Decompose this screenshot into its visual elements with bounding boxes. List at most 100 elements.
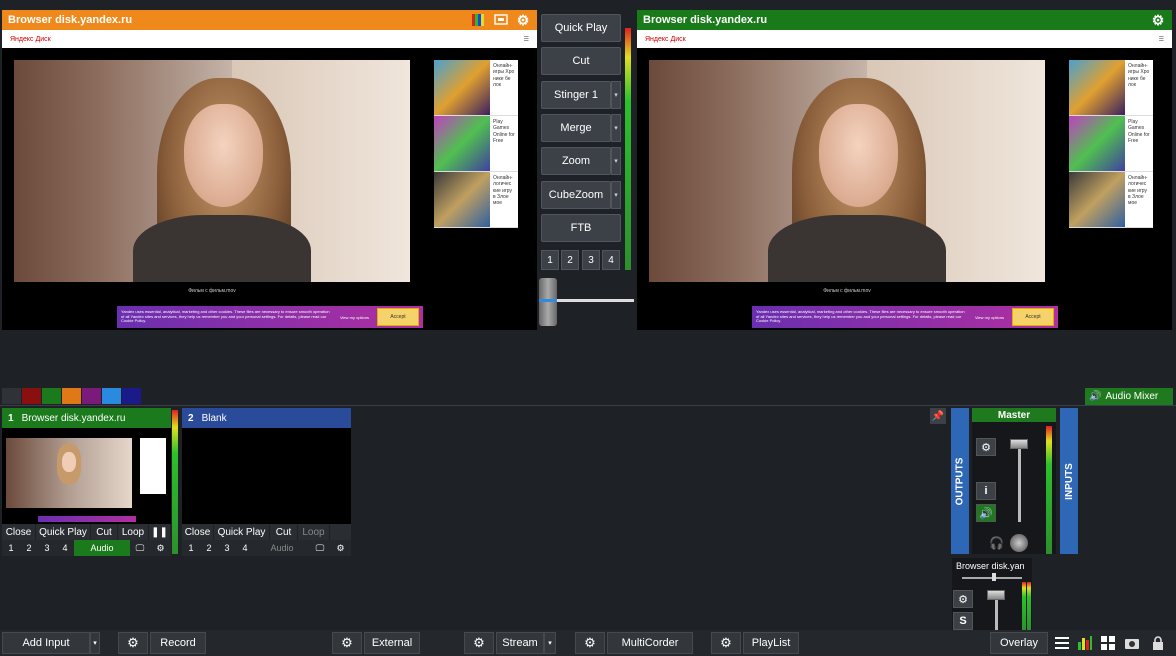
master-info-button[interactable]: i [976, 482, 996, 500]
overlay-3-button[interactable]: 3 [38, 540, 56, 556]
hamburger-menu-icon[interactable] [1052, 633, 1072, 653]
cut-button[interactable]: Cut [541, 47, 621, 75]
overlay-button[interactable]: Overlay [990, 632, 1048, 654]
cubezoom-button[interactable]: CubeZoom [541, 181, 611, 209]
quick-play-button[interactable]: Quick Play [214, 524, 270, 540]
thumb-cookie [38, 516, 136, 522]
audio-button[interactable]: Audio [74, 540, 130, 556]
external-gear-icon[interactable]: ⚙ [332, 632, 362, 654]
transition-number-2[interactable]: 2 [561, 250, 579, 270]
input-thumbnail[interactable] [182, 428, 351, 524]
gear-icon[interactable]: ⚙ [150, 540, 171, 556]
stream-gear-icon[interactable]: ⚙ [464, 632, 494, 654]
quick-play-button[interactable]: Quick Play [36, 524, 91, 540]
thumb-ads [140, 438, 166, 494]
overlay-2-button[interactable]: 2 [200, 540, 218, 556]
zoom-button[interactable]: Zoom [541, 147, 611, 175]
outputs-tab[interactable]: OUTPUTS [951, 408, 969, 554]
external-button[interactable]: External [364, 632, 420, 654]
gear-icon[interactable]: ⚙ [330, 540, 351, 556]
input-thumbnail[interactable] [2, 428, 171, 524]
overlay-1-button[interactable]: 1 [182, 540, 200, 556]
overlay-4-button[interactable]: 4 [56, 540, 74, 556]
transition-number-3[interactable]: 3 [582, 250, 600, 270]
video-caption: Фильм с фильм.mov [823, 288, 871, 294]
multicorder-button[interactable]: MultiCorder [607, 632, 693, 654]
stream-dropdown[interactable]: ▾ [544, 632, 556, 654]
preview-panel[interactable]: Browser disk.yandex.ru ⚙ Яндекс Диск ☰ Ф… [2, 10, 537, 330]
outputs-label: OUTPUTS [954, 457, 966, 505]
colour-bars-icon[interactable] [471, 12, 487, 28]
color-tag-navy[interactable] [122, 388, 141, 404]
loop-button[interactable]: Loop [298, 524, 330, 540]
transition-number-4[interactable]: 4 [602, 250, 620, 270]
cubezoom-dropdown[interactable]: ▾ [611, 181, 621, 209]
overlay-1-button[interactable]: 1 [2, 540, 20, 556]
multicorder-gear-icon[interactable]: ⚙ [575, 632, 605, 654]
ad-item: Онлайн-игры Хро нике бе лок [1069, 60, 1153, 116]
output-panel[interactable]: Browser disk.yandex.ru ⚙ Яндекс Диск ☰ Ф… [637, 10, 1172, 330]
balance-knob-icon[interactable] [1010, 534, 1028, 552]
input-controls: Close Quick Play Cut Loop ❚❚ [2, 524, 171, 540]
overlay-2-button[interactable]: 2 [20, 540, 38, 556]
cut-button[interactable]: Cut [91, 524, 118, 540]
multiview-grid-icon[interactable] [1098, 633, 1118, 653]
snapshot-camera-icon[interactable] [1122, 633, 1142, 653]
loop-button[interactable]: Loop [118, 524, 149, 540]
cookie-accept-button[interactable]: Accept [377, 308, 419, 326]
overlay-3-button[interactable]: 3 [218, 540, 236, 556]
master-gear-icon[interactable]: ⚙ [976, 438, 996, 456]
master-fader-knob[interactable] [1010, 439, 1028, 449]
audio-mixer-button[interactable]: 🔊 Audio Mixer [1085, 388, 1173, 405]
inputs-tab[interactable]: INPUTS [1060, 408, 1078, 554]
cookie-view-options[interactable]: View my options [340, 315, 369, 320]
input-header[interactable]: 1 Browser disk.yandex.ru [2, 408, 171, 428]
color-tag-orange[interactable] [62, 388, 81, 404]
monitor-icon[interactable]: 🖵 [310, 540, 330, 556]
record-gear-icon[interactable]: ⚙ [118, 632, 148, 654]
color-tag-none[interactable] [2, 388, 21, 404]
channel-gear-icon[interactable]: ⚙ [953, 590, 973, 608]
color-tag-red[interactable] [22, 388, 41, 404]
playlist-button[interactable]: PlayList [743, 632, 799, 654]
lock-icon[interactable] [1148, 633, 1168, 653]
color-tag-green[interactable] [42, 388, 61, 404]
gear-icon[interactable]: ⚙ [515, 12, 531, 28]
record-button[interactable]: Record [150, 632, 206, 654]
headphones-icon[interactable]: 🎧 [989, 536, 1004, 550]
master-mute-speaker-icon[interactable]: 🔊 [976, 504, 996, 522]
add-input-dropdown[interactable]: ▾ [90, 632, 100, 654]
transition-number-1[interactable]: 1 [541, 250, 559, 270]
stinger-dropdown[interactable]: ▾ [611, 81, 621, 109]
color-tag-blue[interactable] [102, 388, 121, 404]
cookie-accept-button[interactable]: Accept [1012, 308, 1054, 326]
input-header[interactable]: 2 Blank [182, 408, 351, 428]
merge-button[interactable]: Merge [541, 114, 611, 142]
gear-icon[interactable]: ⚙ [1150, 12, 1166, 28]
playlist-gear-icon[interactable]: ⚙ [711, 632, 741, 654]
input-card-1[interactable]: 1 Browser disk.yandex.ru Close Quick Pla… [2, 408, 171, 556]
audio-button[interactable]: Audio [254, 540, 310, 556]
channel-solo-button[interactable]: S [953, 612, 973, 630]
close-button[interactable]: Close [2, 524, 36, 540]
monitor-icon[interactable] [493, 12, 509, 28]
input-card-2[interactable]: 2 Blank Close Quick Play Cut Loop 1 2 3 … [182, 408, 351, 556]
ftb-button[interactable]: FTB [541, 214, 621, 242]
zoom-dropdown[interactable]: ▾ [611, 147, 621, 175]
tbar-handle[interactable] [539, 278, 557, 326]
channel-fader-knob[interactable] [987, 590, 1005, 600]
cookie-view-options[interactable]: View my options [975, 315, 1004, 320]
pin-icon[interactable]: 📌 [930, 408, 946, 424]
stream-button[interactable]: Stream [496, 632, 544, 654]
quick-play-button[interactable]: Quick Play [541, 14, 621, 42]
merge-dropdown[interactable]: ▾ [611, 114, 621, 142]
color-tag-purple[interactable] [82, 388, 101, 404]
add-input-button[interactable]: Add Input [2, 632, 90, 654]
cut-button[interactable]: Cut [270, 524, 298, 540]
monitor-icon[interactable]: 🖵 [130, 540, 150, 556]
audio-levels-icon[interactable] [1075, 633, 1095, 653]
stinger-button[interactable]: Stinger 1 [541, 81, 611, 109]
close-button[interactable]: Close [182, 524, 214, 540]
pause-icon[interactable]: ❚❚ [149, 524, 171, 540]
overlay-4-button[interactable]: 4 [236, 540, 254, 556]
